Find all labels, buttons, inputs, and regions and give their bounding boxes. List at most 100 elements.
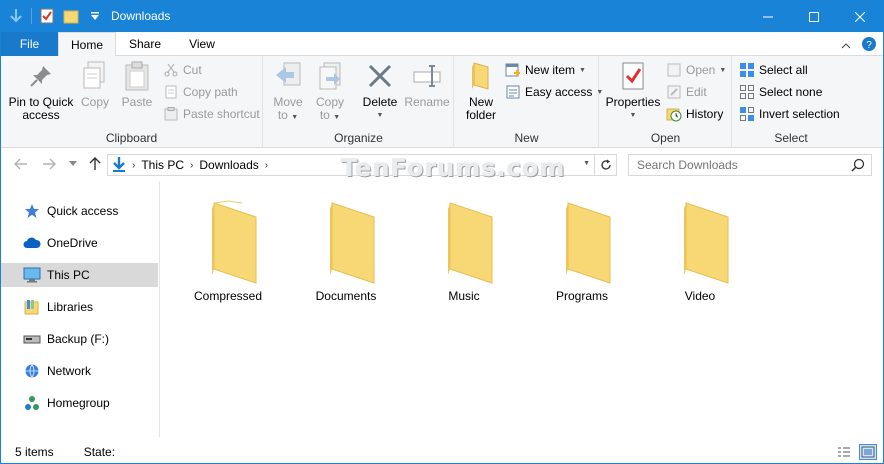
invert-selection-icon [739, 106, 755, 122]
file-list: Compressed Documents Music Programs Vide… [161, 181, 883, 437]
tab-home[interactable]: Home [58, 32, 116, 57]
forward-button[interactable] [41, 156, 57, 172]
copy-to-icon [314, 60, 346, 92]
folder-item[interactable]: Programs [534, 197, 630, 307]
refresh-button[interactable] [594, 155, 616, 175]
nav-item-label: Libraries [47, 300, 94, 314]
navigation-pane: Quick access OneDrive This PC Libraries … [1, 181, 160, 437]
new-folder-icon[interactable] [62, 7, 80, 25]
nav-item-network[interactable]: Network [1, 359, 158, 383]
organize-group: Move to ▼ Copy to ▼ Delete ▼ Rename Orga… [264, 56, 454, 148]
close-button[interactable] [837, 1, 883, 32]
back-button[interactable] [13, 156, 29, 172]
breadcrumb-chevron-icon[interactable]: › [265, 160, 268, 171]
search-box[interactable] [628, 154, 872, 176]
folder-item[interactable]: Compressed [180, 197, 276, 307]
copy-to-label-row: to ▼ [320, 109, 340, 124]
folder-icon [212, 200, 257, 284]
nav-item-homegroup[interactable]: Homegroup [1, 391, 158, 415]
folder-name: Music [448, 289, 480, 303]
new-item-caret-icon: ▼ [579, 66, 586, 74]
select-none-icon [739, 84, 755, 100]
nav-item-label: This PC [47, 268, 90, 282]
tab-share[interactable]: Share [116, 32, 174, 56]
item-count: 5 items [15, 445, 54, 459]
move-to-button[interactable]: Move to ▼ [270, 60, 306, 124]
paste-shortcut-button[interactable]: Paste shortcut [163, 104, 260, 124]
folder-icon [684, 202, 729, 284]
ribbon-tabs: File Home Share View ? [1, 32, 883, 57]
folder-icon [448, 202, 493, 284]
folder-name: Documents [315, 289, 377, 303]
nav-item-onedrive[interactable]: OneDrive [1, 231, 158, 255]
copy-path-button[interactable]: Copy path [163, 82, 238, 102]
up-button[interactable] [87, 156, 103, 172]
watermark: TenForums.com [341, 154, 566, 182]
view-switcher [835, 444, 877, 460]
new-item-button[interactable]: New item ▼ [505, 60, 586, 80]
delete-button[interactable]: Delete ▼ [360, 60, 400, 122]
breadcrumb-chevron-icon[interactable]: › [132, 160, 135, 171]
folder-item[interactable]: Video [652, 197, 748, 307]
collapse-ribbon-icon[interactable] [841, 39, 851, 53]
maximize-button[interactable] [791, 1, 837, 32]
folder-item[interactable]: Documents [298, 197, 394, 307]
copy-to-button[interactable]: Copy to ▼ [312, 60, 348, 124]
copy-button[interactable]: Copy [77, 60, 113, 109]
cut-label: Cut [183, 63, 202, 77]
tab-file[interactable]: File [1, 32, 58, 56]
state-label: State: [83, 445, 116, 459]
recent-locations-button[interactable] [65, 156, 81, 172]
edit-label: Edit [686, 85, 707, 99]
nav-item-libraries[interactable]: Libraries [1, 295, 158, 319]
folder-icon [566, 202, 611, 284]
navigation-bar: › This PC › Downloads › ▼ TenForums.com [1, 148, 883, 182]
new-group: New folder New item ▼ Easy access ▼ New [455, 56, 603, 148]
address-dropdown-icon[interactable]: ▼ [583, 160, 590, 167]
easy-access-label: Easy access [525, 85, 593, 99]
search-input[interactable] [637, 158, 852, 172]
easy-access-icon [505, 84, 521, 100]
invert-selection-label: Invert selection [759, 107, 840, 121]
customize-qat-icon[interactable] [86, 7, 104, 25]
cut-button[interactable]: Cut [163, 60, 202, 80]
open-label: Open [686, 63, 716, 77]
svg-text:?: ? [866, 40, 872, 51]
download-arrow-icon[interactable] [7, 7, 25, 25]
details-view-button[interactable] [835, 444, 853, 460]
new-folder-button[interactable]: New folder [461, 60, 501, 122]
tab-view[interactable]: View [174, 32, 230, 56]
nav-item-this-pc[interactable]: This PC [1, 263, 158, 287]
select-none-button[interactable]: Select none [739, 82, 822, 102]
nav-item-label: OneDrive [47, 236, 98, 250]
properties-check-icon[interactable] [38, 7, 56, 25]
open-label-group: Open [650, 131, 681, 145]
search-icon[interactable] [851, 158, 865, 175]
select-all-button[interactable]: Select all [739, 60, 808, 80]
nav-item-label: Backup (F:) [47, 332, 110, 346]
history-button[interactable]: History [666, 104, 723, 124]
nav-item-label: Homegroup [47, 396, 110, 410]
open-button[interactable]: Open ▼ [666, 60, 726, 80]
minimize-button[interactable] [745, 1, 791, 32]
delete-label: Delete [362, 95, 398, 109]
new-folder-label-2: folder [465, 108, 497, 122]
help-icon[interactable]: ? [861, 36, 877, 55]
breadcrumb-downloads[interactable]: Downloads [199, 158, 258, 172]
paste-button[interactable]: Paste [119, 60, 155, 109]
folder-item[interactable]: Music [416, 197, 512, 307]
invert-selection-button[interactable]: Invert selection [739, 104, 840, 124]
edit-button[interactable]: Edit [666, 82, 707, 102]
properties-button[interactable]: Properties ▼ [604, 60, 662, 122]
minimize-icon [763, 16, 773, 17]
large-icons-view-button[interactable] [859, 444, 877, 460]
easy-access-button[interactable]: Easy access ▼ [505, 82, 603, 102]
nav-item-quick-access[interactable]: Quick access [1, 199, 158, 223]
pin-to-quick-access-button[interactable]: Pin to Quick access [7, 60, 75, 122]
copy-to-caret-icon: ▼ [333, 114, 341, 121]
rename-button[interactable]: Rename [404, 60, 450, 109]
breadcrumb-this-pc[interactable]: This PC [141, 158, 184, 172]
breadcrumb-chevron-icon[interactable]: › [190, 160, 193, 171]
folder-name: Video [684, 289, 716, 303]
nav-item-backup-drive[interactable]: Backup (F:) [1, 327, 158, 351]
